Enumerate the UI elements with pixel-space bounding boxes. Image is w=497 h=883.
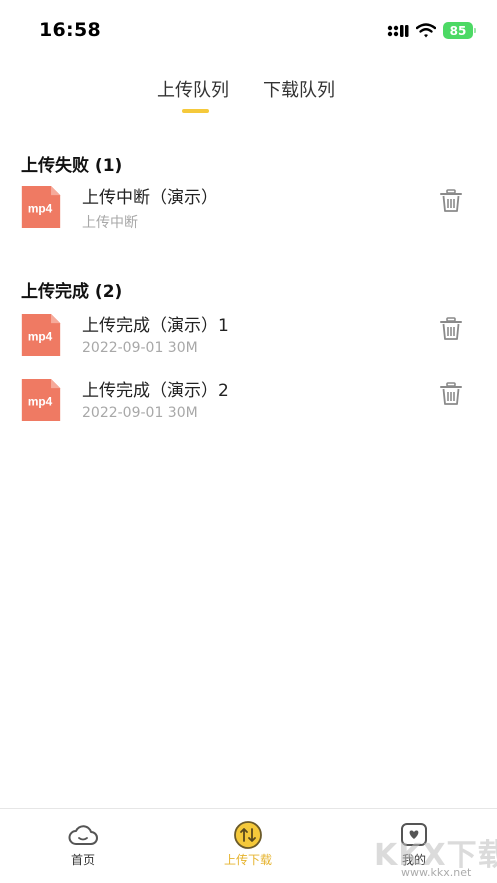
- bottom-nav: 首页 上传下载 我的: [0, 808, 497, 883]
- battery-level: 85: [449, 23, 467, 38]
- nav-mine[interactable]: 我的: [354, 809, 474, 883]
- signal-icon: [387, 24, 409, 37]
- wifi-icon: [416, 23, 436, 38]
- nav-home[interactable]: 首页: [23, 809, 143, 883]
- cloud-icon: [68, 825, 98, 845]
- file-name: 上传完成（演示）2: [82, 381, 229, 401]
- trash-icon[interactable]: [440, 189, 462, 213]
- profile-icon: [401, 823, 427, 846]
- active-tab-indicator: [182, 109, 209, 113]
- file-row[interactable]: mp4 上传完成（演示）2 2022-09-01 30M: [0, 376, 497, 432]
- file-meta: 2022-09-01 30M: [82, 405, 198, 421]
- queue-tabs: 上传队列 下载队列: [0, 72, 497, 116]
- upload-download-screen: 16:58 85 上传队列 下载队列 上传失败 (1) mp4 上传中断（演示）…: [0, 0, 497, 883]
- file-type-label: mp4: [28, 201, 53, 215]
- file-type-label: mp4: [28, 329, 53, 343]
- file-status: 上传中断: [82, 215, 138, 231]
- mp4-file-icon: mp4: [21, 314, 61, 356]
- file-type-label: mp4: [28, 394, 53, 408]
- transfer-icon: [234, 821, 262, 849]
- mp4-file-icon: mp4: [21, 379, 61, 421]
- mp4-file-icon: mp4: [21, 186, 61, 228]
- tab-download-queue[interactable]: 下载队列: [263, 76, 335, 102]
- status-time: 16:58: [39, 19, 101, 41]
- file-name: 上传完成（演示）1: [82, 316, 229, 336]
- nav-label-mine: 我的: [401, 853, 426, 867]
- status-icons: 85: [387, 22, 476, 39]
- nav-label-home: 首页: [70, 853, 95, 867]
- nav-label-upload-download: 上传下载: [223, 853, 272, 867]
- trash-icon[interactable]: [440, 317, 462, 341]
- tab-upload-queue[interactable]: 上传队列: [157, 76, 229, 102]
- battery-indicator: 85: [443, 22, 476, 39]
- section-title-upload-completed: 上传完成 (2): [21, 282, 123, 302]
- file-row[interactable]: mp4 上传中断（演示） 上传中断: [0, 183, 497, 239]
- status-bar: 16:58 85: [0, 0, 497, 60]
- trash-icon[interactable]: [440, 382, 462, 406]
- section-title-upload-failed: 上传失败 (1): [21, 156, 123, 176]
- file-row[interactable]: mp4 上传完成（演示）1 2022-09-01 30M: [0, 311, 497, 367]
- file-name: 上传中断（演示）: [82, 188, 218, 208]
- nav-upload-download[interactable]: 上传下载: [188, 809, 308, 883]
- file-meta: 2022-09-01 30M: [82, 340, 198, 356]
